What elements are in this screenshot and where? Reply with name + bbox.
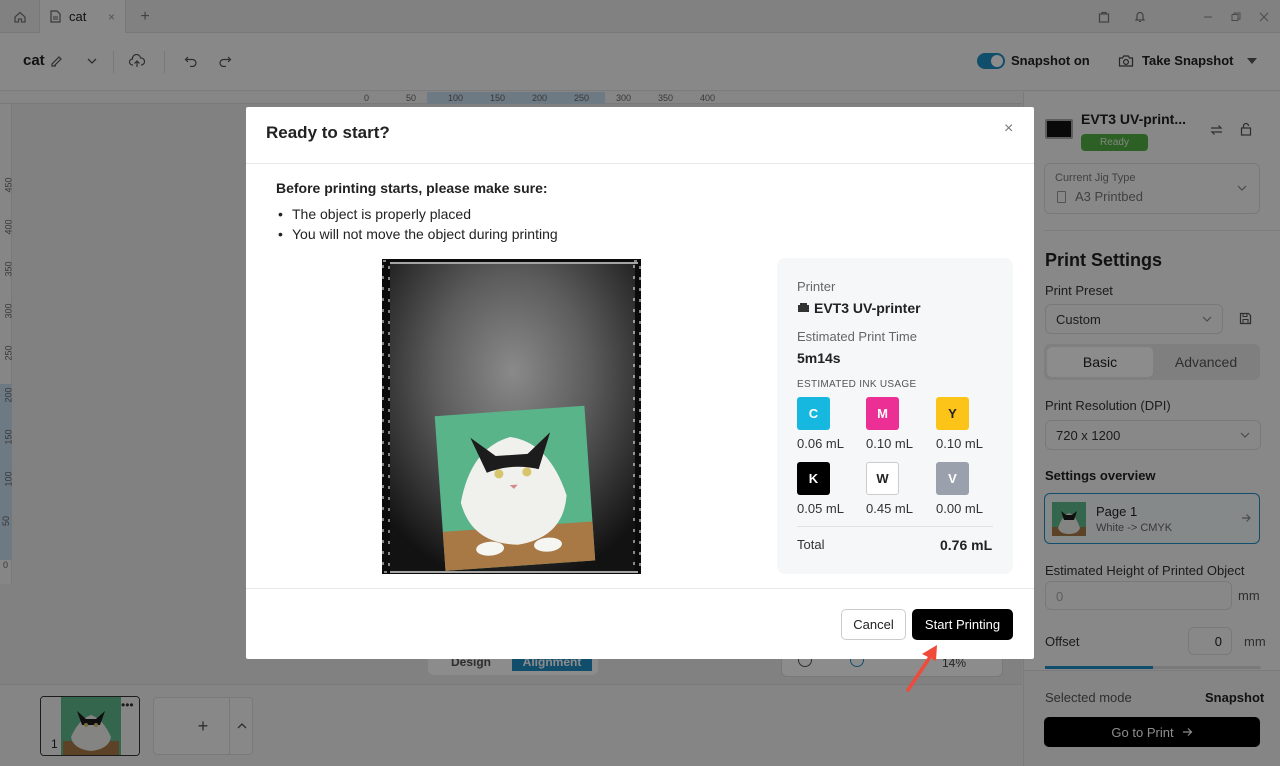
ink-value-k: 0.05 mL bbox=[797, 501, 844, 516]
checklist-item: The object is properly placed bbox=[278, 206, 471, 222]
ink-total-value: 0.76 mL bbox=[940, 537, 993, 553]
ink-swatch-m: M bbox=[866, 397, 899, 430]
print-preview-image bbox=[382, 259, 641, 574]
ink-swatch-y: Y bbox=[936, 397, 969, 430]
ink-value-w: 0.45 mL bbox=[866, 501, 913, 516]
ink-usage-label: ESTIMATED INK USAGE bbox=[797, 379, 917, 390]
print-time-label: Estimated Print Time bbox=[797, 329, 917, 344]
dialog-divider bbox=[246, 163, 1034, 164]
ink-value-v: 0.00 mL bbox=[936, 501, 983, 516]
ink-swatch-w: W bbox=[866, 462, 899, 495]
checklist-item: You will not move the object during prin… bbox=[278, 226, 558, 242]
print-time-value: 5m14s bbox=[797, 350, 841, 366]
printer-icon bbox=[797, 302, 810, 313]
print-info-panel: Printer EVT3 UV-printer Estimated Print … bbox=[777, 258, 1013, 574]
ink-value-m: 0.10 mL bbox=[866, 436, 913, 451]
ink-total-label: Total bbox=[797, 537, 825, 552]
ink-value-y: 0.10 mL bbox=[936, 436, 983, 451]
ink-divider bbox=[797, 526, 993, 527]
dialog-title: Ready to start? bbox=[266, 123, 390, 142]
printer-label: Printer bbox=[797, 279, 836, 294]
dialog-footer-divider bbox=[246, 588, 1034, 589]
pointer-arrow-icon bbox=[906, 645, 937, 692]
close-icon[interactable]: × bbox=[1004, 120, 1013, 138]
ink-swatch-v: V bbox=[936, 462, 969, 495]
ink-swatch-k: K bbox=[797, 462, 830, 495]
ready-to-start-dialog: Ready to start? × Before printing starts… bbox=[246, 107, 1034, 659]
start-printing-button[interactable]: Start Printing bbox=[912, 609, 1013, 640]
ink-value-c: 0.06 mL bbox=[797, 436, 844, 451]
printer-name: EVT3 UV-printer bbox=[814, 300, 921, 316]
ink-swatch-c: C bbox=[797, 397, 830, 430]
cancel-button[interactable]: Cancel bbox=[841, 609, 906, 640]
dialog-subtitle: Before printing starts, please make sure… bbox=[276, 180, 548, 196]
